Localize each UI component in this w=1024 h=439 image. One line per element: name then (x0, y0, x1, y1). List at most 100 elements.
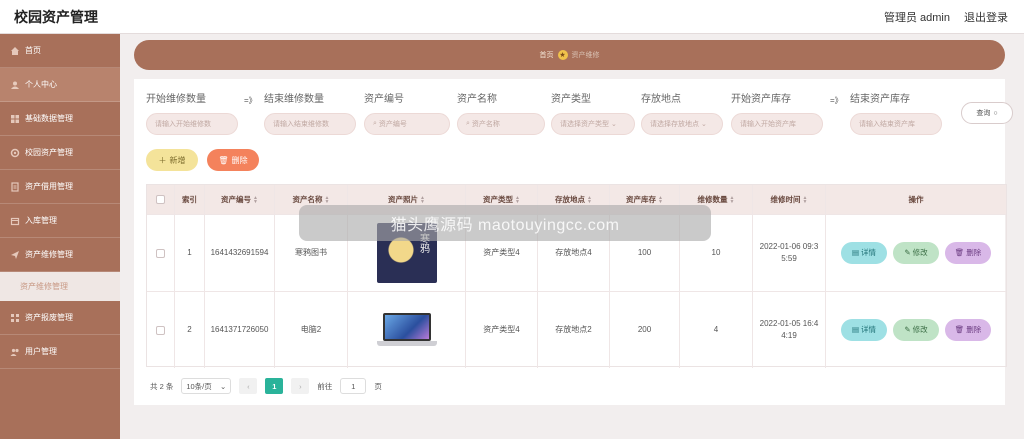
edit-button[interactable]: ✎ 修改 (893, 242, 939, 264)
cell-asset-code: 1641371726050 (205, 292, 275, 368)
edit-button[interactable]: ✎ 修改 (893, 319, 939, 341)
sidebar-item-asset-borrow[interactable]: 资产借用管理 (0, 170, 120, 204)
row-actions: ▤ 详情 ✎ 修改 🗑 删除 (841, 319, 991, 341)
asset-code-input[interactable]: ⌕ 资产编号 (364, 113, 450, 135)
prev-page-button[interactable]: ‹ (239, 378, 258, 394)
top-bar: 校园资产管理 管理员 admin 退出登录 (0, 0, 1024, 34)
field-repair-qty-end: 结束维修数量 请输入结束维修数 (264, 93, 356, 135)
logout-link[interactable]: 退出登录 (964, 9, 1008, 25)
checkbox[interactable] (156, 248, 165, 258)
detail-button[interactable]: ▤ 详情 (841, 242, 887, 264)
sort-icon[interactable]: ▲ ▼ (515, 195, 520, 204)
field-label: 存放地点 (641, 94, 681, 105)
sidebar-item-basic-data[interactable]: 基础数据管理 (0, 102, 120, 136)
column-title: 存放地点 (555, 194, 586, 204)
cell-repair-time: 2022-01-05 16:44:19 (753, 292, 826, 368)
field-label: 结束维修数量 (264, 94, 324, 105)
sidebar-subitem-repair-manage[interactable]: 资产维修管理 (0, 272, 120, 301)
sidebar-item-campus-assets[interactable]: 校园资产管理 (0, 136, 120, 170)
top-right-area: 管理员 admin 退出登录 (884, 9, 1008, 25)
sidebar-item-home[interactable]: 首页 (0, 34, 120, 68)
cell-repair-time: 2022-01-06 09:35:59 (753, 215, 826, 291)
cell-asset-code: 1641432691594 (205, 215, 275, 291)
header-actions: 操作 (908, 194, 924, 204)
stock-end-input[interactable]: 请输入结束资产库 (850, 113, 942, 135)
document-icon (10, 181, 20, 192)
cell-actions: ▤ 详情 ✎ 修改 🗑 删除 (826, 292, 1006, 368)
batch-delete-button[interactable]: 🗑 删除 (207, 149, 259, 171)
sidebar-item-label: 入库管理 (25, 216, 57, 225)
sort-icon[interactable]: ▲ ▼ (730, 195, 735, 204)
detail-label: 详情 (861, 325, 877, 334)
breadcrumb-home[interactable]: 首页 (540, 50, 554, 60)
sort-icon[interactable]: ▲ ▼ (325, 195, 330, 204)
checkbox[interactable] (156, 325, 165, 335)
sidebar: 首页 个人中心 基础数据管理 校园资产管理 资产借用管理 入库管理 资产维修管理… (0, 34, 120, 439)
sidebar-item-label: 资产维修管理 (25, 250, 73, 259)
apps-icon (10, 313, 20, 323)
field-label: 资产类型 (551, 94, 591, 105)
select-placeholder: 请选择资产类型 (560, 121, 609, 128)
sidebar-item-label: 资产报废管理 (25, 313, 73, 322)
column-title: 维修时间 (770, 194, 801, 204)
sidebar-item-asset-scrap[interactable]: 资产报废管理 (0, 301, 120, 335)
chevron-down-icon: ⌄ (220, 381, 227, 391)
field-label: 资产名称 (457, 94, 497, 105)
user-icon (10, 80, 20, 90)
user-group-icon (10, 347, 20, 357)
asset-type-select[interactable]: 请选择资产类型 ⌄ (551, 113, 635, 135)
goto-page-input[interactable]: 1 (340, 378, 367, 394)
cell-asset-photo (348, 292, 466, 368)
trash-icon: 🗑 (954, 325, 965, 334)
row-select[interactable] (147, 292, 175, 368)
cell-location: 存放地点2 (538, 292, 610, 368)
stock-start-input[interactable]: 请输入开始资产库 (731, 113, 823, 135)
sidebar-item-asset-repair[interactable]: 资产维修管理 (0, 238, 120, 272)
page-unit-label: 页 (374, 381, 382, 391)
gear-icon (10, 148, 20, 158)
query-label: 查询 (976, 110, 991, 117)
delete-label: 删除 (231, 155, 248, 165)
pagination: 共 2 条 10条/页 ⌄ ‹ 1 › 前往 1 页 (150, 377, 382, 395)
asset-name-input[interactable]: ⌕ 资产名称 (457, 113, 545, 135)
location-select[interactable]: 请选择存放地点 ⌄ (641, 113, 723, 135)
header-asset-code[interactable]: 资产编号 ▲ ▼ (205, 185, 275, 214)
sort-icon[interactable]: ▲ ▼ (658, 195, 663, 204)
delete-button[interactable]: 🗑 删除 (945, 242, 991, 264)
checkbox[interactable] (156, 195, 165, 204)
app-title: 校园资产管理 (14, 8, 98, 25)
sort-icon[interactable]: ▲ ▼ (587, 195, 592, 204)
field-label: 结束资产库存 (850, 94, 910, 105)
next-page-button[interactable]: › (291, 378, 310, 394)
detail-icon: ▤ (851, 325, 860, 334)
repair-qty-end-input[interactable]: 请输入结束维修数 (264, 113, 356, 135)
sidebar-item-label: 个人中心 (25, 80, 57, 89)
sort-icon[interactable]: ▲ ▼ (253, 195, 258, 204)
field-stock-end: 结束资产库存 请输入结束资产库 (850, 93, 942, 135)
delete-button[interactable]: 🗑 删除 (945, 319, 991, 341)
header-repair-time[interactable]: 维修时间 ▲ ▼ (753, 185, 826, 214)
page-number-current[interactable]: 1 (265, 378, 284, 394)
row-actions: ▤ 详情 ✎ 修改 🗑 删除 (841, 242, 991, 264)
trash-icon: 🗑 (218, 155, 229, 165)
repair-qty-start-input[interactable]: 请输入开始维修数 (146, 113, 238, 135)
watermark-banner: 猫头鹰源码 maotouyingcc.com (299, 205, 711, 241)
sidebar-item-inbound[interactable]: 入库管理 (0, 204, 120, 238)
cell-actions: ▤ 详情 ✎ 修改 🗑 删除 (826, 215, 1006, 291)
header-select-all[interactable] (147, 185, 175, 214)
sidebar-item-label: 资产借用管理 (25, 182, 73, 191)
sort-icon[interactable]: ▲ ▼ (803, 195, 808, 204)
pencil-icon: ✎ (904, 325, 911, 334)
edit-label: 修改 (912, 248, 928, 257)
cell-repair-qty: 4 (680, 292, 753, 368)
sidebar-item-user-manage[interactable]: 用户管理 (0, 335, 120, 369)
sort-icon[interactable]: ▲ ▼ (420, 195, 425, 204)
query-button[interactable]: 查询 ○ (961, 102, 1013, 124)
row-select[interactable] (147, 215, 175, 291)
page-size-select[interactable]: 10条/页 ⌄ (181, 378, 232, 394)
add-button[interactable]: ＋ 新增 (146, 149, 198, 171)
sidebar-item-personal-center[interactable]: 个人中心 (0, 68, 120, 102)
detail-button[interactable]: ▤ 详情 (841, 319, 887, 341)
admin-user-label[interactable]: 管理员 admin (884, 9, 950, 25)
column-title: 资产编号 (221, 194, 252, 204)
